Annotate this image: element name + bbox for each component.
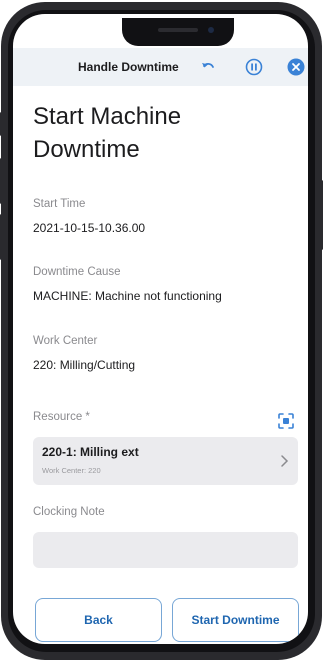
speaker-grille bbox=[158, 28, 198, 32]
resource-label: Resource * bbox=[33, 411, 90, 423]
start-downtime-button[interactable]: Start Downtime bbox=[172, 598, 299, 642]
front-camera bbox=[208, 27, 214, 33]
close-icon[interactable] bbox=[287, 58, 305, 76]
clocking-note-label: Clocking Note bbox=[33, 506, 105, 518]
downtime-cause-label: Downtime Cause bbox=[33, 266, 121, 278]
app-screen: Handle Downtime Start Machine Downtime S… bbox=[13, 14, 308, 644]
header-title: Handle Downtime bbox=[78, 60, 179, 74]
page-title-line2: Downtime bbox=[33, 136, 140, 163]
downtime-cause-value: MACHINE: Machine not functioning bbox=[33, 289, 222, 303]
scan-icon[interactable] bbox=[277, 412, 295, 430]
work-center-value: 220: Milling/Cutting bbox=[33, 358, 136, 372]
pause-icon[interactable] bbox=[245, 58, 263, 76]
start-time-value: 2021-10-15-10.36.00 bbox=[33, 221, 146, 235]
back-button[interactable]: Back bbox=[35, 598, 162, 642]
page-title-line1: Start Machine bbox=[33, 103, 182, 130]
resource-value: 220-1: Milling ext bbox=[42, 445, 139, 459]
phone-notch bbox=[122, 18, 234, 46]
start-time-label: Start Time bbox=[33, 198, 86, 210]
work-center-label: Work Center bbox=[33, 335, 98, 347]
resource-selector[interactable]: 220-1: Milling ext Work Center: 220 bbox=[33, 437, 298, 485]
app-header: Handle Downtime bbox=[13, 48, 308, 86]
page-title: Start Machine Downtime bbox=[33, 100, 293, 166]
resource-work-center: Work Center: 220 bbox=[42, 466, 101, 475]
clocking-note-input[interactable] bbox=[33, 532, 298, 568]
undo-icon[interactable] bbox=[200, 60, 216, 74]
chevron-right-icon bbox=[281, 455, 289, 467]
